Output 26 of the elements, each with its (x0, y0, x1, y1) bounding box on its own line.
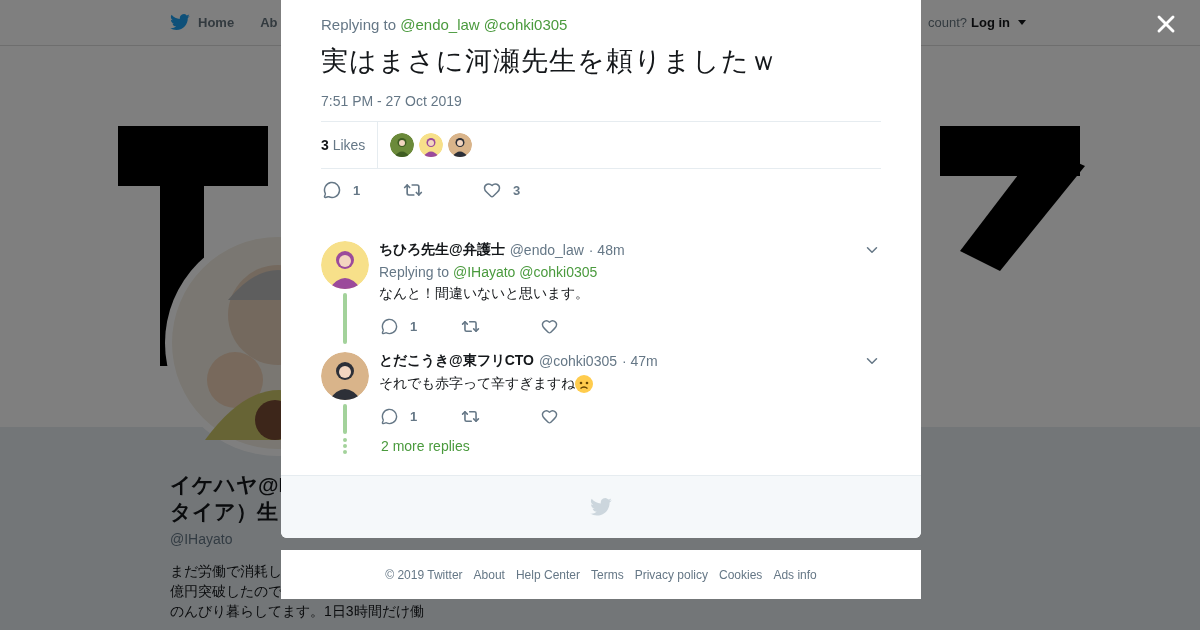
mention-link[interactable]: @cohki0305 (483, 16, 568, 33)
mention-link[interactable]: @endo_law (400, 16, 480, 33)
nav-link[interactable]: Home (170, 14, 235, 31)
bird-icon (590, 498, 612, 516)
more-replies-link[interactable]: 2 more replies (381, 438, 470, 454)
footer-link[interactable]: About (473, 567, 505, 582)
bird-icon (170, 14, 190, 31)
reply-text: それでも赤字って辛すぎますね (379, 375, 575, 393)
bio-text: まだ労働で消耗し (170, 562, 282, 581)
reply-button[interactable]: 1 (379, 407, 459, 425)
bio-text: のんびり暮らしてます。1日3時間だけ働 (170, 602, 424, 621)
account-prompt: count? (927, 15, 967, 30)
profile-handle: @IHayato (170, 531, 234, 547)
login-link[interactable]: Log in (971, 15, 1026, 30)
replying-to-text: Replying to @endo_law @cohki0305 (321, 16, 569, 33)
footer-link[interactable]: Cookies (719, 567, 763, 582)
footer-link[interactable]: Help Center (515, 567, 580, 582)
footer-link[interactable]: Ads info (773, 567, 817, 582)
nav-link[interactable]: Ab (260, 15, 278, 30)
profile-name: タイア）生 (170, 499, 279, 525)
footer-link[interactable]: Terms (591, 567, 624, 582)
heart-icon (541, 407, 558, 425)
footer-link[interactable]: Privacy policy (634, 567, 708, 582)
footer-link[interactable]: © 2019 Twitter (385, 567, 463, 582)
bio-text: 億円突破したので (170, 582, 282, 601)
caret-icon (1018, 20, 1026, 25)
